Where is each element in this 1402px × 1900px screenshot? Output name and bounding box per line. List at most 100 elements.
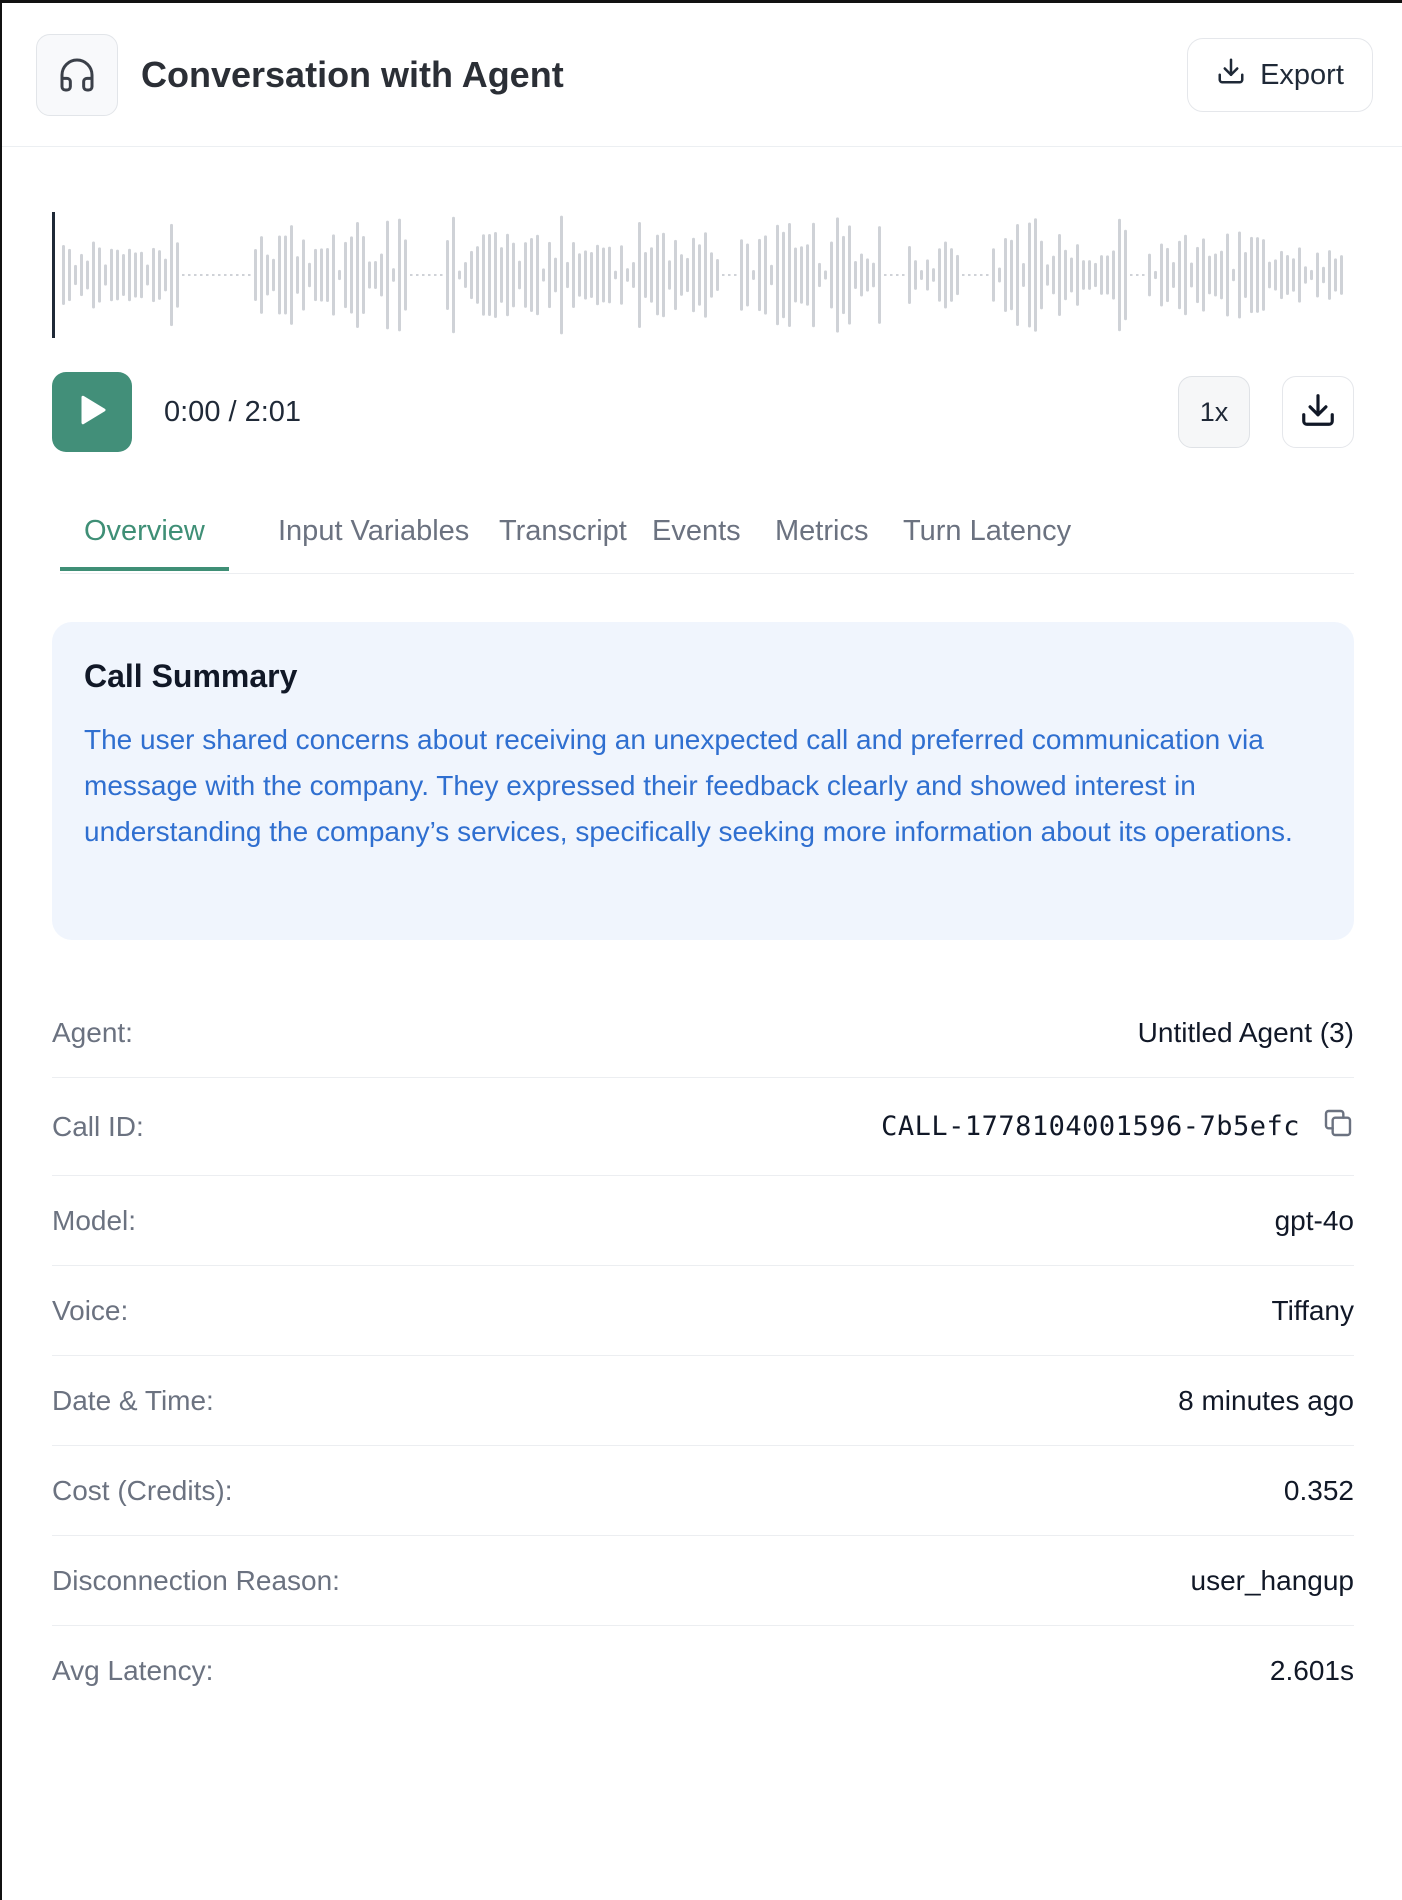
waveform-bar	[638, 221, 641, 329]
waveform-bar	[350, 236, 353, 314]
tab-transcript[interactable]: Transcript	[475, 510, 651, 570]
waveform-bar	[782, 231, 785, 319]
waveform-bar	[752, 270, 755, 280]
waveform-bar	[314, 248, 317, 302]
waveform-bar	[344, 241, 347, 309]
waveform-bar	[1280, 250, 1283, 300]
waveform-bar	[272, 258, 275, 292]
waveform-bar	[854, 260, 857, 290]
waveform-bar	[1178, 240, 1181, 310]
waveform-bar	[944, 241, 947, 309]
waveform-bar	[62, 245, 65, 305]
waveform-bar	[1028, 222, 1031, 328]
playhead[interactable]	[52, 212, 55, 338]
waveform-bar	[80, 253, 83, 297]
waveform-bar	[170, 223, 173, 327]
waveform-bar	[722, 274, 725, 276]
detail-value: gpt-4o	[1274, 1204, 1354, 1236]
waveform-bar	[1250, 236, 1253, 314]
call-id-value: CALL-1778104001596-7b5efc	[881, 1111, 1300, 1142]
download-audio-button[interactable]	[1282, 376, 1354, 448]
waveform-bar	[122, 254, 125, 296]
waveform-bar	[68, 248, 71, 302]
download-icon	[1216, 56, 1246, 94]
waveform-bar	[218, 274, 221, 276]
waveform-bar	[1088, 260, 1091, 290]
waveform-bar	[1082, 260, 1085, 290]
waveform-bar	[1106, 255, 1109, 295]
waveform-bar	[590, 251, 593, 299]
waveform-bar	[194, 274, 197, 276]
playback-time: 0:00 / 2:01	[164, 396, 302, 428]
tab-input-variables[interactable]: Input Variables	[254, 510, 493, 570]
waveform-bar	[206, 274, 209, 276]
detail-label: Disconnection Reason:	[52, 1564, 340, 1596]
waveform-bar	[632, 261, 635, 289]
waveform-bar	[836, 217, 839, 333]
detail-value: Untitled Agent (3)	[1137, 1016, 1354, 1048]
tab-overview[interactable]: Overview	[60, 510, 229, 571]
waveform-bar	[626, 268, 629, 282]
copy-icon[interactable]	[1322, 1107, 1354, 1146]
detail-label: Model:	[52, 1204, 137, 1236]
waveform-bar	[1274, 259, 1277, 291]
waveform-bar	[446, 240, 449, 310]
waveform-bar	[1100, 255, 1103, 295]
waveform-bar	[824, 270, 827, 280]
waveform-bar	[404, 239, 407, 311]
waveform-bar	[392, 268, 395, 282]
waveform-bar	[914, 260, 917, 290]
waveform-bar	[1328, 250, 1331, 300]
waveform-bar	[806, 244, 809, 306]
waveform-bar	[326, 247, 329, 303]
waveform-bar	[1142, 274, 1145, 276]
waveform-bar	[890, 274, 893, 276]
waveform-bar	[776, 224, 779, 326]
waveform-bar	[1202, 238, 1205, 312]
tab-bar: Overview Input Variables Transcript Even…	[60, 510, 1354, 574]
playback-speed-button[interactable]: 1x	[1178, 376, 1250, 448]
waveform-bar	[1268, 261, 1271, 289]
call-summary-card: Call Summary The user shared concerns ab…	[52, 622, 1354, 940]
export-button[interactable]: Export	[1187, 38, 1373, 112]
waveform-bar	[1340, 255, 1343, 295]
waveform-bar	[134, 252, 137, 298]
detail-row-call-id: Call ID: CALL-1778104001596-7b5efc	[52, 1078, 1354, 1176]
waveform-bar	[986, 274, 989, 276]
waveform-bar	[386, 220, 389, 330]
header: Conversation with Agent Export	[2, 3, 1402, 147]
audio-waveform[interactable]	[52, 210, 1348, 340]
waveform-bar	[668, 260, 671, 290]
waveform-bar	[362, 236, 365, 314]
tab-metrics[interactable]: Metrics	[751, 510, 892, 570]
waveform-bar	[740, 239, 743, 311]
waveform-bar	[1304, 266, 1307, 284]
export-label: Export	[1260, 58, 1344, 91]
waveform-bar	[680, 254, 683, 296]
waveform-bar	[746, 243, 749, 307]
waveform-bar	[710, 252, 713, 298]
waveform-bar	[872, 262, 875, 288]
waveform-bar	[86, 260, 89, 290]
waveform-bar	[1052, 255, 1055, 295]
headphones-icon	[36, 34, 118, 116]
waveform-bar	[1232, 268, 1235, 282]
waveform-bar	[524, 242, 527, 308]
tab-events[interactable]: Events	[628, 510, 765, 570]
play-button[interactable]	[52, 372, 132, 452]
waveform-bar	[1004, 238, 1007, 312]
waveform-bar	[878, 226, 881, 324]
waveform-bar	[1166, 247, 1169, 303]
detail-row-date-time: Date & Time: 8 minutes ago	[52, 1356, 1354, 1446]
waveform-bar	[296, 256, 299, 294]
detail-label: Date & Time:	[52, 1384, 214, 1416]
detail-value-wrap: CALL-1778104001596-7b5efc	[881, 1107, 1354, 1146]
waveform-bar	[620, 245, 623, 305]
waveform-bar	[908, 245, 911, 305]
waveform-bar	[416, 274, 419, 276]
waveform-bar	[1220, 250, 1223, 300]
tab-turn-latency[interactable]: Turn Latency	[879, 510, 1095, 570]
waveform-bar	[302, 239, 305, 311]
waveform-bar	[200, 274, 203, 276]
waveform-bar	[596, 244, 599, 306]
